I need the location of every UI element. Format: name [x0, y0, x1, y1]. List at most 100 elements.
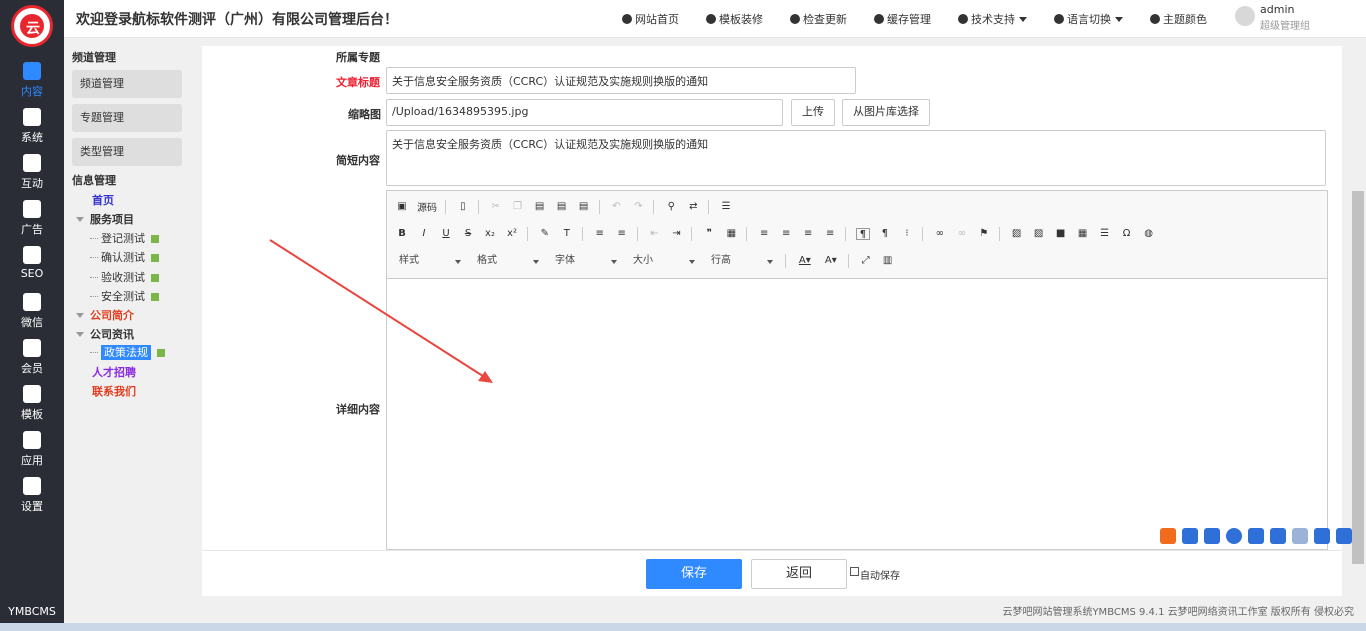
outdent-icon[interactable]: ⇤	[647, 228, 661, 240]
edit-icon[interactable]	[157, 349, 165, 357]
font-select[interactable]: 字体	[551, 253, 621, 269]
redo-icon[interactable]: ↷	[631, 201, 645, 213]
tree-node-policy[interactable]: 政策法规	[90, 344, 165, 360]
nav-home[interactable]: 网站首页	[622, 11, 679, 27]
summary-textarea[interactable]: 关于信息安全服务资质（CCRC）认证规范及实施规则换版的通知	[386, 130, 1326, 186]
unlink-icon[interactable]: ∞	[955, 228, 969, 240]
blockquote-icon[interactable]: ❞	[702, 228, 716, 240]
tree-node-confirm[interactable]: 确认测试	[90, 249, 159, 265]
paste-word-icon[interactable]: ▤	[577, 201, 591, 213]
shirt-icon[interactable]	[1314, 528, 1330, 544]
nav-update[interactable]: 检查更新	[790, 11, 847, 27]
numbered-list-icon[interactable]: ≡	[593, 228, 607, 240]
edit-icon[interactable]	[151, 274, 159, 282]
align-left-icon[interactable]: ≡	[757, 228, 771, 240]
page-scrollbar[interactable]	[1350, 46, 1366, 596]
style-select[interactable]: 样式	[395, 253, 465, 269]
anchor-flag-icon[interactable]: ⚑	[977, 228, 991, 240]
subscript-icon[interactable]: x₂	[483, 228, 497, 240]
nav-theme[interactable]: 主题颜色	[1150, 11, 1207, 27]
table-icon[interactable]: ▦	[1076, 228, 1090, 240]
back-button[interactable]: 返回	[751, 559, 847, 589]
paste-text-icon[interactable]: ▤	[555, 201, 569, 213]
sidebar-item-topic[interactable]: 专题管理	[72, 104, 182, 132]
scrollbar-thumb[interactable]	[1352, 191, 1364, 564]
edit-icon[interactable]	[151, 293, 159, 301]
thumb-input[interactable]: /Upload/1634895395.jpg	[386, 99, 783, 126]
tree-node-contact[interactable]: 联系我们	[92, 383, 136, 399]
editor-content-area[interactable]	[387, 279, 1327, 549]
keyboard-icon[interactable]	[1270, 528, 1286, 544]
emoji-icon[interactable]	[1226, 528, 1242, 544]
title-input[interactable]: 关于信息安全服务资质（CCRC）认证规范及实施规则换版的通知	[386, 67, 856, 94]
rail-item-app[interactable]: 应用	[0, 431, 64, 475]
superscript-icon[interactable]: x²	[505, 228, 519, 240]
collapse-icon[interactable]	[76, 313, 84, 318]
language-icon[interactable]: ⁝	[900, 228, 914, 240]
rail-item-wechat[interactable]: 微信	[0, 293, 64, 337]
gallery-button[interactable]: 从图片库选择	[842, 99, 930, 126]
rail-item-member[interactable]: 会员	[0, 339, 64, 383]
bg-color-icon[interactable]: A▾	[822, 255, 840, 267]
collapse-icon[interactable]	[76, 332, 84, 337]
tree-node-services[interactable]: 服务项目	[76, 211, 134, 227]
image-icon[interactable]: ▨	[1010, 228, 1024, 240]
rail-item-ad[interactable]: 广告	[0, 200, 64, 244]
find-icon[interactable]: ⚲	[664, 201, 678, 213]
video-icon[interactable]: ■	[1054, 228, 1068, 240]
tree-node-security[interactable]: 安全测试	[90, 288, 159, 304]
user-icon[interactable]	[1292, 528, 1308, 544]
undo-icon[interactable]: ↶	[609, 201, 623, 213]
rail-item-content[interactable]: 内容	[0, 62, 64, 106]
user-name[interactable]: admin	[1260, 3, 1294, 16]
punctuation-icon[interactable]	[1204, 528, 1220, 544]
ltr-icon[interactable]: ¶	[855, 227, 870, 240]
new-page-icon[interactable]: ▯	[456, 201, 470, 213]
size-select[interactable]: 大小	[629, 253, 699, 269]
sogou-icon[interactable]	[1160, 528, 1176, 544]
rail-item-settings[interactable]: 设置	[0, 477, 64, 521]
link-icon[interactable]: ∞	[933, 228, 947, 240]
maximize-icon[interactable]: ⤢	[859, 255, 873, 267]
strike-icon[interactable]: S	[461, 228, 475, 240]
logo[interactable]: 云	[11, 5, 53, 47]
nav-language[interactable]: 语言切换	[1054, 11, 1123, 27]
sidebar-item-type[interactable]: 类型管理	[72, 138, 182, 166]
nav-support[interactable]: 技术支持	[958, 11, 1027, 27]
page-break-icon[interactable]: ☰	[719, 201, 733, 213]
rail-item-template[interactable]: 模板	[0, 385, 64, 429]
copy-icon[interactable]: ❐	[511, 201, 525, 213]
special-char-icon[interactable]: Ω	[1120, 228, 1134, 240]
cut-icon[interactable]: ✂	[489, 201, 503, 213]
grid-icon[interactable]	[1336, 528, 1352, 544]
save-button[interactable]: 保存	[646, 559, 742, 589]
source-icon[interactable]: ▣	[395, 201, 409, 213]
nav-template[interactable]: 模板装修	[706, 11, 763, 27]
bulleted-list-icon[interactable]: ≡	[615, 228, 629, 240]
text-color-icon[interactable]: A▾	[796, 255, 814, 267]
align-justify-icon[interactable]: ≡	[823, 228, 837, 240]
italic-icon[interactable]: I	[417, 228, 431, 240]
autosave-checkbox[interactable]	[850, 567, 859, 576]
sidebar-item-channel[interactable]: 频道管理	[72, 70, 182, 98]
underline-icon[interactable]: U	[439, 228, 453, 240]
edit-icon[interactable]	[151, 254, 159, 262]
align-right-icon[interactable]: ≡	[801, 228, 815, 240]
bold-icon[interactable]: B	[395, 228, 409, 240]
source-button[interactable]: 源码	[417, 199, 437, 214]
align-center-icon[interactable]: ≡	[779, 228, 793, 240]
rtl-icon[interactable]: ¶	[878, 228, 892, 240]
tree-node-register[interactable]: 登记测试	[90, 230, 159, 246]
tree-node-acceptance[interactable]: 验收测试	[90, 269, 159, 285]
multi-image-icon[interactable]: ▨	[1032, 228, 1046, 240]
rail-item-system[interactable]: 系统	[0, 108, 64, 152]
collapse-icon[interactable]	[76, 217, 84, 222]
microphone-icon[interactable]	[1248, 528, 1264, 544]
remove-format-icon[interactable]: T	[560, 228, 574, 240]
tree-node-news[interactable]: 公司资讯	[76, 326, 134, 342]
ime-mode-icon[interactable]	[1182, 528, 1198, 544]
rail-item-seo[interactable]: SEO	[0, 246, 64, 290]
iframe-globe-icon[interactable]: ◍	[1142, 228, 1156, 240]
tree-node-jobs[interactable]: 人才招聘	[92, 364, 136, 380]
div-container-icon[interactable]: ▦	[724, 228, 738, 240]
